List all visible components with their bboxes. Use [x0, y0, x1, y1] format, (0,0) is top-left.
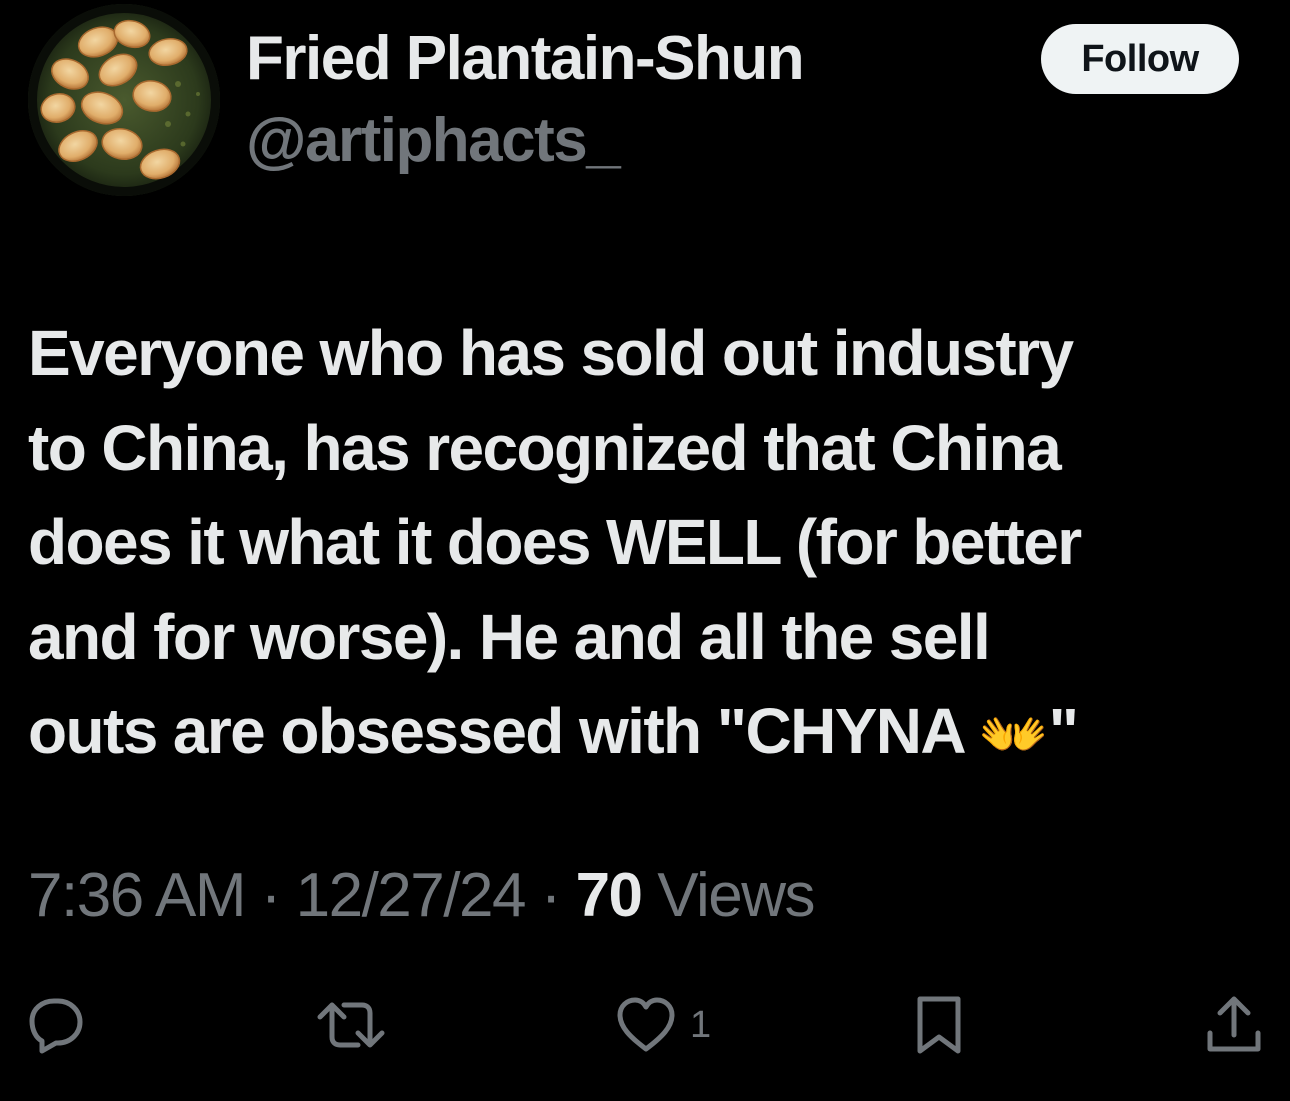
- retweet-button[interactable]: [316, 985, 386, 1065]
- tweet-last-line: outs are obsessed with "CHYNA 👐": [28, 684, 1268, 783]
- retweet-icon: [317, 1002, 385, 1048]
- fried-plantains-avatar-image: [28, 4, 220, 196]
- tweet-text: Everyone who has sold out industry to Ch…: [28, 306, 1268, 783]
- tweet-date[interactable]: 12/27/24: [296, 861, 527, 930]
- meta-separator: ·: [260, 861, 282, 930]
- views-count: 70: [575, 861, 643, 930]
- tweet-line: Everyone who has sold out industry: [28, 317, 1074, 389]
- share-icon: [1207, 996, 1261, 1052]
- bookmark-button[interactable]: [914, 985, 964, 1065]
- open-hands-emoji-icon: 👐: [978, 702, 1049, 768]
- tweet-line-text: outs are obsessed with "CHYNA: [28, 695, 979, 767]
- reply-button[interactable]: [24, 985, 88, 1065]
- tweet-line: does it what it does WELL (for better: [28, 506, 1082, 578]
- follow-button[interactable]: Follow: [1041, 24, 1239, 94]
- author-display-name[interactable]: Fried Plantain-Shun: [246, 26, 805, 92]
- like-button[interactable]: 1: [616, 985, 711, 1065]
- avatar[interactable]: [28, 4, 220, 196]
- reply-icon: [29, 998, 83, 1054]
- tweet-line: and for worse). He and all the sell: [28, 600, 991, 673]
- closing-quote: ": [1048, 695, 1079, 767]
- author-handle[interactable]: @artiphacts_: [246, 108, 621, 174]
- meta-separator: ·: [540, 861, 562, 930]
- bookmark-icon: [917, 996, 961, 1054]
- like-count: 1: [690, 1003, 712, 1046]
- tweet-meta: 7:36 AM · 12/27/24 · 70 Views: [28, 858, 816, 934]
- tweet-line: to China, has recognized that China: [28, 411, 1062, 484]
- views-label: Views: [657, 861, 815, 930]
- share-button[interactable]: [1204, 985, 1264, 1065]
- heart-icon: [617, 997, 675, 1052]
- action-bar: 1: [0, 985, 1290, 1065]
- tweet-time[interactable]: 7:36 AM: [28, 861, 246, 930]
